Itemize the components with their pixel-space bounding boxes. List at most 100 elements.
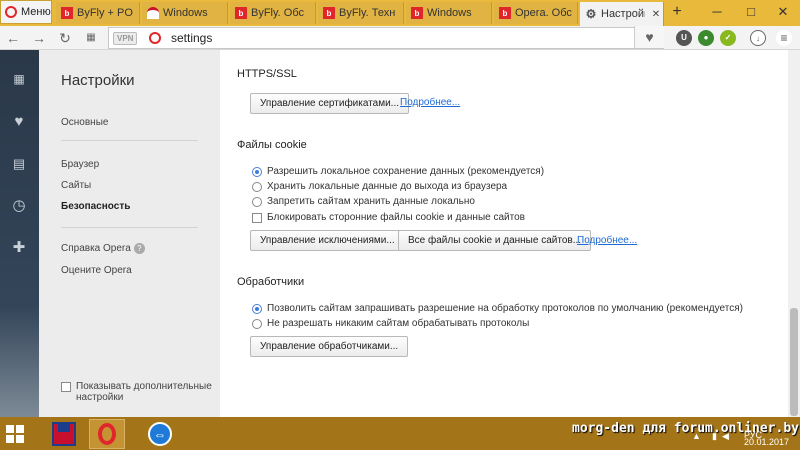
nav-security[interactable]: Безопасность <box>61 201 130 212</box>
nav-sites[interactable]: Сайты <box>61 180 91 191</box>
opera-sidebar: ▦ ♥ ▤ ◷ ✚ <box>0 50 39 417</box>
divider <box>61 227 198 228</box>
tab-4[interactable]: b ByFly. Техн <box>318 2 404 24</box>
url-text[interactable]: settings <box>171 31 212 45</box>
checkbox[interactable] <box>61 382 71 392</box>
handler-option-deny[interactable]: Не разрешать никаким сайтам обрабатывать… <box>252 318 529 329</box>
clock-date[interactable]: 20.01.2017 <box>744 437 789 447</box>
radio-button[interactable] <box>252 196 262 207</box>
radio-button[interactable] <box>252 181 262 192</box>
byfly-favicon-icon: b <box>411 7 423 19</box>
manage-handlers-button[interactable]: Управление обработчиками... <box>250 336 409 357</box>
close-tab-icon[interactable]: ✕ <box>649 9 663 20</box>
option-label: Блокировать сторонние файлы cookie и дан… <box>267 212 525 223</box>
extensions-puzzle-icon[interactable]: ✚ <box>10 239 28 257</box>
ublock-extension-icon[interactable]: U <box>676 30 692 46</box>
radio-button[interactable] <box>252 318 262 329</box>
https-more-link[interactable]: Подробнее... <box>400 97 460 108</box>
heart-icon[interactable]: ♥ <box>10 113 28 131</box>
scrollbar[interactable] <box>788 50 800 417</box>
tab-label: Windows <box>427 7 472 19</box>
reload-icon[interactable]: ↻ <box>56 29 74 47</box>
nav-help[interactable]: Справка Opera? <box>61 243 145 254</box>
tray-arrow-icon[interactable]: ▲ <box>692 431 701 441</box>
tab-label: Настройки <box>601 8 645 20</box>
manage-exceptions-button[interactable]: Управление исключениями... <box>250 230 405 251</box>
settings-content: HTTPS/SSL Управление сертификатами... По… <box>220 50 788 417</box>
checkbox[interactable] <box>252 212 262 223</box>
teamviewer-icon: ⇔ <box>148 422 172 446</box>
address-bar: ← → ↻ ▦ VPN settings ♥ U ● ✓ ↓ ≡ <box>0 26 800 50</box>
maximize-button[interactable]: □ <box>740 2 762 24</box>
nav-browser[interactable]: Браузер <box>61 159 99 170</box>
option-label: Разрешить локальное сохранение данных (р… <box>267 166 545 177</box>
page-title: Настройки <box>61 72 135 89</box>
option-label: Запретить сайтам хранить данные локально <box>267 196 475 207</box>
opera-logo-icon <box>98 423 116 445</box>
tab-2[interactable]: Windows <box>142 2 228 24</box>
speed-dial-icon[interactable]: ▦ <box>10 70 28 88</box>
cookie-option-block[interactable]: Запретить сайтам хранить данные локально <box>252 196 475 207</box>
teamviewer-taskbar-icon[interactable]: ⇔ <box>142 419 178 449</box>
tab-label: ByFly. Техн <box>339 7 396 19</box>
tab-label: ByFly + PO <box>77 7 133 19</box>
help-icon: ? <box>133 243 145 254</box>
cookies-more-link[interactable]: Подробнее... <box>577 235 637 246</box>
divider <box>61 140 198 141</box>
tab-5[interactable]: b Windows <box>406 2 492 24</box>
tab-label: Windows <box>163 7 208 19</box>
history-clock-icon[interactable]: ◷ <box>10 197 28 215</box>
tab-1[interactable]: b ByFly + PO <box>56 2 140 24</box>
opera-menu-button[interactable]: Меню <box>0 0 52 24</box>
forward-icon[interactable]: → <box>30 29 48 47</box>
bookmark-heart-icon[interactable]: ♥ <box>634 26 664 48</box>
cookie-option-allow[interactable]: Разрешить локальное сохранение данных (р… <box>252 166 544 177</box>
tab-6[interactable]: b Opera. Обс <box>494 2 578 24</box>
windows-start-icon[interactable] <box>6 425 24 443</box>
nav-basic[interactable]: Основные <box>61 117 108 128</box>
minimize-button[interactable]: ─ <box>706 2 728 24</box>
opera-logo-icon <box>5 6 17 18</box>
opera-page-icon <box>149 32 161 44</box>
vpn-badge[interactable]: VPN <box>113 32 138 45</box>
download-icon[interactable]: ↓ <box>750 30 766 46</box>
cookie-option-session[interactable]: Хранить локальные данные до выхода из бр… <box>252 181 507 192</box>
tab-bar: Меню b ByFly + PO Windows b ByFly. Обс b… <box>0 0 800 26</box>
show-advanced-label: Показывать дополнительные настройки <box>76 381 212 403</box>
manage-certificates-button[interactable]: Управление сертификатами... <box>250 93 410 114</box>
close-window-button[interactable]: ✕ <box>772 2 794 24</box>
byfly-favicon-icon: b <box>235 7 247 19</box>
scrollbar-thumb[interactable] <box>790 308 798 416</box>
handler-option-allow[interactable]: Позволить сайтам запрашивать разрешение … <box>252 303 743 314</box>
section-title-https: HTTPS/SSL <box>237 68 297 80</box>
radio-button[interactable] <box>252 166 262 177</box>
opera-taskbar-icon[interactable] <box>89 419 125 449</box>
block-third-party-checkbox[interactable]: Блокировать сторонние файлы cookie и дан… <box>252 212 525 223</box>
option-label: Позволить сайтам запрашивать разрешение … <box>267 303 743 314</box>
section-title-cookies: Файлы cookie <box>237 139 307 151</box>
radio-button[interactable] <box>252 303 262 314</box>
adguard-extension-icon[interactable]: ✓ <box>720 30 736 46</box>
menu-icon[interactable]: ≡ <box>776 30 792 46</box>
show-advanced-checkbox[interactable]: Показывать дополнительные настройки <box>61 381 226 403</box>
all-cookies-button[interactable]: Все файлы cookie и данные сайтов... <box>398 230 592 251</box>
floppy-app-icon[interactable] <box>46 419 82 449</box>
tab-3[interactable]: b ByFly. Обс <box>230 2 316 24</box>
nav-rate[interactable]: Оцените Opera <box>61 265 132 276</box>
option-label: Хранить локальные данные до выхода из бр… <box>267 181 508 192</box>
back-icon[interactable]: ← <box>4 29 22 47</box>
new-tab-button[interactable]: + <box>666 2 688 24</box>
extension-icon[interactable]: ● <box>698 30 714 46</box>
tray-volume-icon[interactable]: ◀ <box>722 431 729 442</box>
nav-help-label: Справка Opera <box>61 243 131 255</box>
section-title-handlers: Обработчики <box>237 276 305 288</box>
tray-network-icon[interactable]: ▮ <box>712 431 717 442</box>
byfly-favicon-icon: b <box>499 7 511 19</box>
news-icon[interactable]: ▤ <box>10 155 28 173</box>
tab-label: Opera. Обс <box>515 7 572 19</box>
menu-label: Меню <box>21 6 51 18</box>
byfly-favicon-icon: b <box>61 7 73 19</box>
url-field[interactable]: VPN settings <box>108 27 664 49</box>
tab-settings[interactable]: ⚙ Настройки ✕ <box>580 2 664 26</box>
speed-dial-icon[interactable]: ▦ <box>82 29 100 47</box>
